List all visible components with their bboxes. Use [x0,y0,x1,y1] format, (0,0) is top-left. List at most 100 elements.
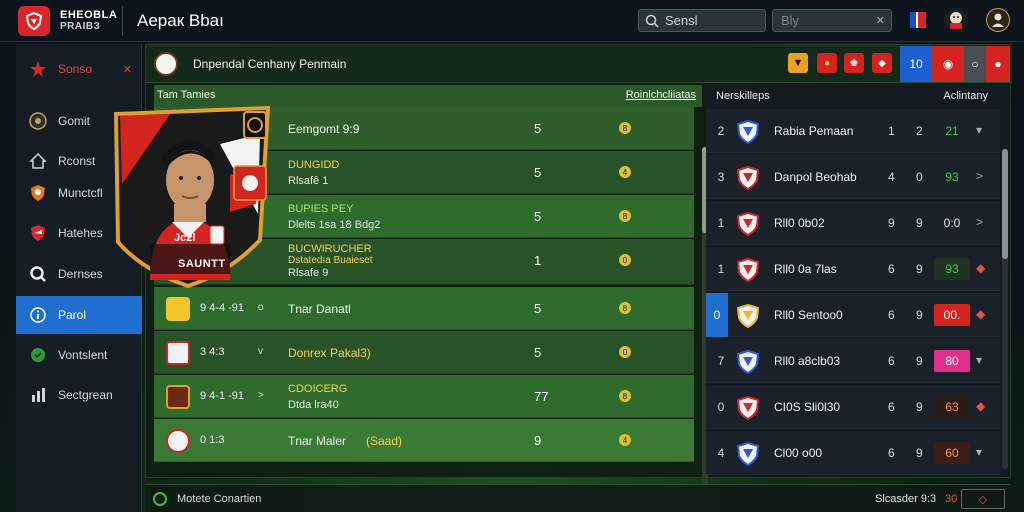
row-action-icon[interactable]: ▾ [976,123,982,137]
sidebar-item-sectgrean[interactable]: Sectgrean [16,376,142,414]
row-subtitle: Rlsafê 1 [288,175,329,187]
count-block[interactable]: 10 [900,46,932,82]
club-crest-icon [736,166,760,190]
stat-won: 9 [916,216,923,230]
diamond-icon: ◇ [978,493,988,506]
sidebar-item-label: Rconst [58,154,96,168]
circle-icon [28,345,48,365]
whistle-icon[interactable]: ◉ [932,46,964,82]
standings-header-right: Aclintany [943,90,988,102]
club-crest-icon [736,212,760,236]
standings-header: Nerskilleps Aclintany [706,85,1008,109]
sidebar-item-vontslent[interactable]: Vontslent [16,336,142,374]
club-name: Rll0 0a 7las [774,262,837,276]
app-logo[interactable] [18,6,50,36]
app-root: ЕНЕОВLА РRАIВЗ Аерак Bbaı Sensl Bly ✕ So… [0,0,1024,512]
standings-row[interactable]: 1 Rll0 0b02 9 9 0:0 > [706,201,1000,245]
profile-icon[interactable] [986,8,1010,32]
stat-won: 9 [916,354,923,368]
standings-row[interactable]: 0 Rll0 Sentoo0 6 9 00. ◆ [706,293,1000,337]
header-left: Tam Tamies [157,89,216,101]
row-action-icon[interactable]: ◆ [976,261,985,275]
panel-title: Dnpendal Cenhany Penmain [193,57,347,71]
footer-status: Motete Conartien [177,493,262,505]
club-name: Danpol Beohab [774,170,857,184]
standings-row[interactable]: 7 Rll0 a8clb03 6 9 80 ▾ [706,339,1000,383]
status-dot: 4 [619,166,631,178]
footer-count: 30 [945,493,958,505]
close-icon[interactable]: ✕ [123,63,132,76]
club-crest-icon [736,442,760,466]
sidebar-item-label: Gomit [58,114,91,128]
status-icon [153,492,167,506]
table-row[interactable]: 9 4-1 -91 > CDOICERG Dtda lra40 77 8 [154,375,694,418]
footer-action-button[interactable]: ◇ [961,489,1005,509]
standings-row[interactable]: 2 Rabia Pemaan 1 2 21 ▾ [706,109,1000,153]
row-arrow: > [258,390,264,401]
row-title: BUCWIRUCHER [288,243,372,255]
warning-icon[interactable]: ▼ [788,53,808,73]
search-input[interactable]: Sensl [638,9,766,32]
toggle-icon[interactable]: ○ [964,46,986,82]
row-score: 9 4-4 -91 [200,302,245,314]
scrollbar-thumb[interactable] [1002,149,1008,259]
row-note: Rlsafe 9 [288,267,329,279]
tag-icon[interactable]: ◆ [872,53,892,73]
row-action-icon[interactable]: ▾ [976,353,982,367]
filter-label: Bly [781,13,800,28]
row-count: 5 [534,345,542,360]
stat-played: 4 [888,170,895,184]
row-arrow: o [258,302,264,313]
club-crest-icon [736,120,760,144]
player-card[interactable]: Jc2l SAUNTT [110,104,276,290]
row-action-icon[interactable]: ◆ [976,399,985,413]
points-badge: 0:0 [943,216,961,230]
status-dot: 0 [619,254,631,266]
table-row[interactable]: 3 4:3 v Donrex Pakal3) 5 0 [154,331,694,374]
row-score: 9 4-1 -91 [200,390,245,402]
table-row[interactable]: 9 4-4 -91 o Tnar Danatl 5 8 [154,287,694,330]
status-dot: 8 [619,122,631,134]
rank-label: 1 [717,262,725,276]
row-count: 5 [534,301,542,316]
filter-dropdown[interactable]: Bly ✕ [772,9,892,32]
sidebar-item-sonso[interactable]: Sonso ✕ [16,50,142,88]
club-name: Rll0 0b02 [774,216,825,230]
stat-played: 9 [888,216,895,230]
row-action-icon[interactable]: ◆ [976,307,985,321]
club-name: Rll0 Sentoo0 [774,308,843,322]
standings-row[interactable]: 4 Cl00 o00 6 9 60 ▾ [706,431,1000,475]
points-badge: 63 [934,396,970,418]
table-row[interactable]: 0 1:3 Tnar Maler (Saad) 9 4 [154,419,694,462]
club-crest-icon [736,258,760,282]
standings-row[interactable]: 3 Danpol Beohab 4 0 93 > [706,155,1000,199]
player-name-tag: Jc2l [174,232,196,244]
sidebar-item-parol[interactable]: Parol [16,296,142,334]
row-count: 5 [534,121,542,136]
row-count: 5 [534,209,542,224]
header-link[interactable]: Roinlchcliiatas [626,89,696,101]
standings-row[interactable]: 1 Rll0 0a 7las 6 9 93 ◆ [706,247,1000,291]
status-dot: 4 [619,434,631,446]
crown-icon[interactable]: ♚ [844,53,864,73]
row-action-icon[interactable]: > [976,169,983,183]
scrollbar[interactable] [1002,149,1008,469]
search-icon [645,14,659,28]
row-title: Tnar Danatl [288,302,351,316]
club-crest-icon [736,396,760,420]
row-action-icon[interactable]: ▾ [976,445,982,459]
close-icon[interactable]: ✕ [876,14,885,27]
record-icon[interactable]: ● [986,46,1010,82]
club-name: Rll0 a8clb03 [774,354,841,368]
club-name: CI0S Sli0l30 [774,400,841,414]
status-footer: Motete Conartien Slcasder 9:3 30 ◇ [145,484,1011,512]
page-title: Аерак Bbaı [137,11,224,30]
trophy-icon[interactable]: ● [817,53,837,73]
status-dot: 8 [619,302,631,314]
player-banner: SAUNTT [178,258,226,270]
standings-header-left: Nerskilleps [716,90,770,102]
flag-icon[interactable] [906,8,930,32]
mascot-icon[interactable] [944,8,968,32]
standings-row[interactable]: 0 CI0S Sli0l30 6 9 63 ◆ [706,385,1000,429]
row-action-icon[interactable]: > [976,215,983,229]
